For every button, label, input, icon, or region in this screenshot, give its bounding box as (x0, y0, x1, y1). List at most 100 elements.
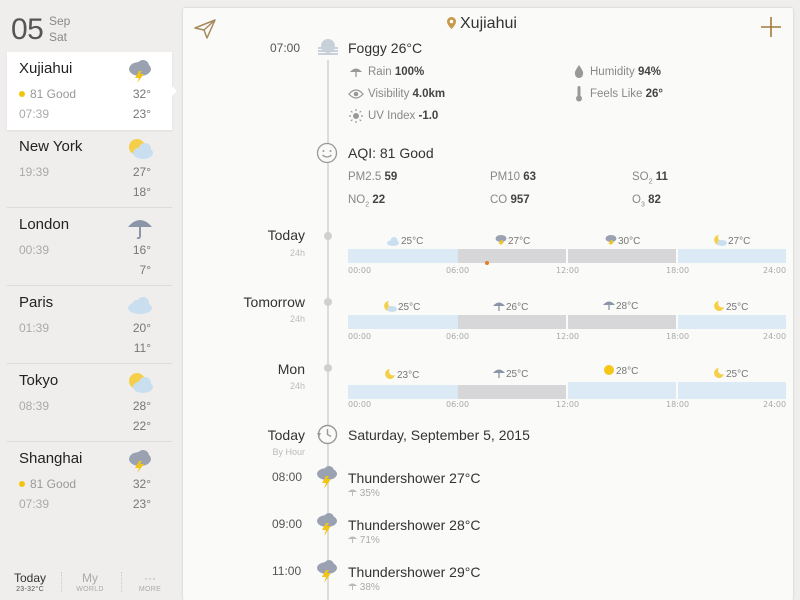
o3-value: 82 (648, 194, 661, 206)
current-condition: Foggy 26°C (348, 40, 423, 56)
day-label-today: Today (267, 227, 305, 243)
city-name: Tokyo (19, 372, 59, 389)
visibility-label: Visibility (368, 88, 410, 100)
divider (61, 572, 62, 592)
rain-value: 100% (394, 66, 425, 78)
hour-condition: Thundershower 28°C (348, 517, 481, 533)
city-item-london[interactable]: London 00:39 16° 7° (7, 208, 172, 286)
umbrella-icon (348, 489, 357, 496)
tab-label: My (82, 571, 98, 585)
city-aqi-value: 81 Good (30, 477, 77, 491)
share-icon[interactable] (193, 18, 217, 40)
partly-cloudy-night-icon (714, 235, 727, 246)
co-label: CO (490, 194, 508, 206)
city-name: London (19, 216, 70, 233)
visibility-stat: Visibility 4.0km (368, 88, 445, 100)
axis-tick: 06:00 (446, 266, 470, 275)
axis-tick: 06:00 (446, 332, 470, 341)
tab-my-world[interactable]: My WORLD (68, 571, 112, 595)
temp-value: 23°C (397, 370, 420, 381)
forecast-temp: 28°C (603, 364, 638, 377)
city-time: 08:39 (19, 399, 50, 413)
date-month: Sep (49, 14, 71, 28)
sun-icon (604, 365, 614, 375)
visibility-value: 4.0km (412, 88, 446, 100)
temp-value: 27°C (728, 236, 751, 247)
city-aqi: 81 Good (19, 87, 76, 101)
city-item-new-york[interactable]: New York 19:39 27° 18° (7, 130, 172, 208)
history-clock-icon (317, 424, 338, 445)
forecast-temp: 25°C (713, 367, 748, 380)
smiley-icon (316, 142, 338, 164)
no2-value: 22 (372, 194, 386, 206)
date-weekday: Sat (49, 30, 68, 44)
tab-more[interactable]: ··· MORE (128, 571, 172, 595)
forecast-temp: 27°C (495, 234, 530, 247)
tab-today[interactable]: Today 23-32°C (8, 571, 52, 595)
forecast-bar-segment (458, 385, 566, 399)
bottom-tab-bar: Today 23-32°C My WORLD ··· MORE (0, 566, 176, 600)
city-name: New York (19, 138, 83, 155)
city-item-paris[interactable]: Paris 01:39 20° 11° (7, 286, 172, 364)
feels-value: 26° (645, 88, 664, 100)
thunder-shower-icon (495, 235, 507, 246)
uv-label: UV Index (368, 110, 416, 122)
day-label-tomorrow: Tomorrow (243, 294, 305, 310)
pm10-value: 63 (523, 171, 537, 183)
aqi-dot-icon (19, 481, 25, 487)
temp-value: 28°C (616, 301, 639, 312)
hour-time: 09:00 (272, 517, 303, 531)
moon-icon (714, 301, 724, 311)
hour-precip: 35% (348, 488, 380, 499)
tab-sub: WORLD (76, 586, 104, 593)
city-aqi-value: 81 Good (30, 87, 77, 101)
city-item-shanghai[interactable]: Shanghai 81 Good 07:39 32° 23° (7, 442, 172, 520)
thunder-shower-icon (129, 450, 151, 473)
hour-precip: 71% (348, 535, 380, 546)
rain-icon (128, 220, 152, 239)
o3-stat: O3 82 (632, 194, 661, 208)
axis-tick: 18:00 (666, 266, 690, 275)
city-time: 00:39 (19, 243, 50, 257)
axis-tick: 00:00 (348, 400, 372, 409)
city-time: 07:39 (19, 107, 50, 121)
forecast-bar-segment (678, 315, 786, 329)
cloudy-icon (387, 237, 399, 246)
day-sub: 24h (289, 381, 305, 391)
axis-tick: 24:00 (763, 400, 787, 409)
city-name: Paris (19, 294, 54, 311)
hourly-date: Saturday, September 5, 2015 (348, 427, 530, 443)
temp-value: 25°C (401, 236, 424, 247)
umbrella-icon (348, 536, 357, 543)
temp-value: 30°C (618, 236, 641, 247)
axis-tick: 06:00 (446, 400, 470, 409)
city-high: 32° (132, 477, 151, 491)
city-low: 23° (132, 497, 151, 511)
axis-tick: 18:00 (666, 332, 690, 341)
city-name: Shanghai (19, 450, 83, 467)
axis-tick: 24:00 (763, 332, 787, 341)
current-time: 07:00 (270, 41, 301, 55)
city-high: 20° (132, 321, 151, 335)
city-time: 07:39 (19, 497, 50, 511)
hour-precip-value: 71% (359, 535, 380, 546)
rain-icon (493, 369, 505, 378)
city-aqi: 81 Good (19, 477, 76, 491)
co-stat: CO 957 (490, 194, 530, 206)
location-title[interactable]: Xujiahui (447, 15, 517, 33)
rain-label: Rain (368, 66, 392, 78)
hour-precip-value: 35% (359, 488, 380, 499)
so2-value: 11 (655, 171, 668, 183)
day-sub: 24h (289, 314, 305, 324)
date-day: 05 (11, 13, 44, 46)
hour-condition: Thundershower 27°C (348, 470, 481, 486)
city-item-xujiahui[interactable]: Xujiahui 81 Good 07:39 32° 23° (7, 52, 177, 130)
axis-tick: 00:00 (348, 266, 372, 275)
add-city-icon[interactable] (760, 16, 782, 38)
city-item-tokyo[interactable]: Tokyo 08:39 28° 22° (7, 364, 172, 442)
city-high: 32° (132, 87, 151, 101)
hour-time: 08:00 (272, 470, 303, 484)
rain-icon (603, 301, 615, 310)
forecast-temp: 26°C (493, 300, 528, 313)
feels-like-stat: Feels Like 26° (590, 88, 663, 100)
